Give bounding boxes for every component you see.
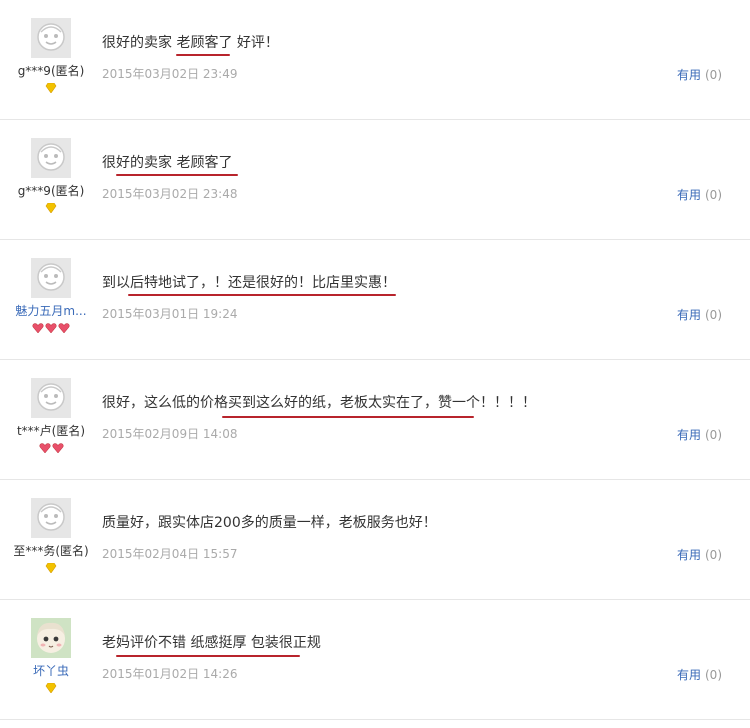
review-date: 2015年01月02日 14:26 xyxy=(102,667,238,681)
reviewer-nickname[interactable]: 坏丫虫 xyxy=(0,662,102,679)
diamond-rank-icon xyxy=(45,83,57,93)
review-content: 老妈评价不错 纸感挺厚 包装很正规 xyxy=(102,635,321,651)
review-item: 魅力五月m... 到以后特地试了，！还是很好的！比店里实惠！ 2015年03月0… xyxy=(0,240,750,360)
useful-button[interactable]: 有用 (0) xyxy=(677,66,722,83)
reviewer-nickname[interactable]: g***9(匿名) xyxy=(0,62,102,79)
highlight-underline xyxy=(116,655,300,657)
review-content: 质量好，跟实体店200多的质量一样，老板服务也好！ xyxy=(102,515,437,531)
useful-label[interactable]: 有用 xyxy=(677,308,701,322)
highlight-underline xyxy=(116,174,238,176)
useful-button[interactable]: 有用 (0) xyxy=(677,186,722,203)
reviewer-info: g***9(匿名) xyxy=(0,138,102,215)
reviewer-info: 至***务(匿名) xyxy=(0,498,102,575)
highlight-underline xyxy=(176,54,230,56)
useful-count: (0) xyxy=(705,548,722,562)
review-date: 2015年03月02日 23:49 xyxy=(102,67,238,81)
buyer-rank xyxy=(0,323,102,335)
heart-rank-icon xyxy=(58,323,70,333)
useful-button[interactable]: 有用 (0) xyxy=(677,666,722,683)
review-content: 很好的卖家 老顾客了 好评！ xyxy=(102,35,279,51)
reviewer-info: g***9(匿名) xyxy=(0,18,102,95)
default-avatar-icon[interactable] xyxy=(31,18,71,58)
review-item: 至***务(匿名) 质量好，跟实体店200多的质量一样，老板服务也好！ 2015… xyxy=(0,480,750,600)
heart-rank-icon xyxy=(52,443,63,453)
highlight-underline xyxy=(222,416,474,418)
reviewer-nickname[interactable]: 至***务(匿名) xyxy=(0,542,102,559)
diamond-rank-icon xyxy=(45,563,57,573)
user-photo-avatar[interactable] xyxy=(31,618,71,658)
heart-rank-icon xyxy=(32,323,44,333)
useful-label[interactable]: 有用 xyxy=(677,68,701,82)
reviewer-nickname[interactable]: 魅力五月m... xyxy=(0,302,102,319)
review-date: 2015年03月02日 23:48 xyxy=(102,187,238,201)
review-date: 2015年02月09日 14:08 xyxy=(102,427,238,441)
reviewer-info: t***卢(匿名) xyxy=(0,378,102,455)
default-avatar-icon[interactable] xyxy=(31,378,71,418)
heart-rank-icon xyxy=(45,323,57,333)
buyer-rank xyxy=(0,683,102,695)
reviewer-info: 魅力五月m... xyxy=(0,258,102,335)
buyer-rank xyxy=(0,563,102,575)
useful-button[interactable]: 有用 (0) xyxy=(677,426,722,443)
useful-count: (0) xyxy=(705,68,722,82)
buyer-rank xyxy=(0,203,102,215)
reviewer-info: 坏丫虫 xyxy=(0,618,102,695)
useful-count: (0) xyxy=(705,308,722,322)
useful-label[interactable]: 有用 xyxy=(677,188,701,202)
buyer-rank xyxy=(0,443,102,455)
diamond-rank-icon xyxy=(45,683,57,693)
review-item: t***卢(匿名) 很好，这么低的价格买到这么好的纸，老板太实在了，赞一个！！！… xyxy=(0,360,750,480)
review-content: 很好，这么低的价格买到这么好的纸，老板太实在了，赞一个！！！！ xyxy=(102,395,536,411)
review-content: 很好的卖家 老顾客了 xyxy=(102,155,233,171)
buyer-rank xyxy=(0,83,102,95)
useful-button[interactable]: 有用 (0) xyxy=(677,546,722,563)
review-date: 2015年02月04日 15:57 xyxy=(102,547,238,561)
default-avatar-icon[interactable] xyxy=(31,258,71,298)
default-avatar-icon[interactable] xyxy=(31,138,71,178)
review-date: 2015年03月01日 19:24 xyxy=(102,307,238,321)
reviewer-nickname[interactable]: g***9(匿名) xyxy=(0,182,102,199)
review-item: g***9(匿名) 很好的卖家 老顾客了 2015年03月02日 23:48 有… xyxy=(0,120,750,240)
heart-rank-icon xyxy=(39,443,50,453)
useful-label[interactable]: 有用 xyxy=(677,668,701,682)
useful-label[interactable]: 有用 xyxy=(677,548,701,562)
useful-button[interactable]: 有用 (0) xyxy=(677,306,722,323)
review-list: g***9(匿名) 很好的卖家 老顾客了 好评！ 2015年03月02日 23:… xyxy=(0,0,750,728)
reviewer-nickname[interactable]: t***卢(匿名) xyxy=(0,422,102,439)
highlight-underline xyxy=(128,294,396,296)
diamond-rank-icon xyxy=(45,203,57,213)
review-content: 到以后特地试了，！还是很好的！比店里实惠！ xyxy=(102,275,396,291)
review-item: g***9(匿名) 很好的卖家 老顾客了 好评！ 2015年03月02日 23:… xyxy=(0,0,750,120)
review-item: 坏丫虫 老妈评价不错 纸感挺厚 包装很正规 2015年01月02日 14:26 … xyxy=(0,600,750,720)
default-avatar-icon[interactable] xyxy=(31,498,71,538)
useful-count: (0) xyxy=(705,428,722,442)
useful-count: (0) xyxy=(705,668,722,682)
useful-count: (0) xyxy=(705,188,722,202)
useful-label[interactable]: 有用 xyxy=(677,428,701,442)
